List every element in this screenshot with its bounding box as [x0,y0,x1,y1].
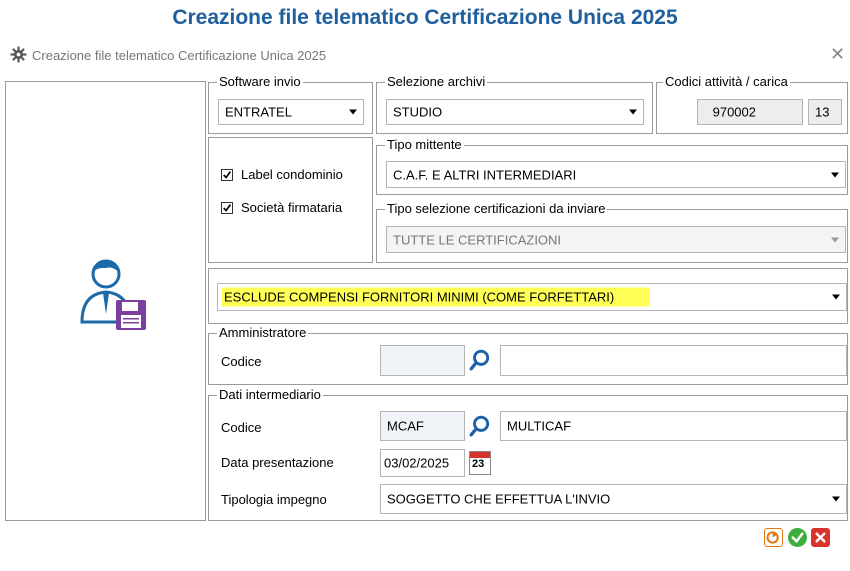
esclusione-select[interactable]: ESCLUDE COMPENSI FORNITORI MINIMI (COME … [217,283,847,311]
esclusione-group: ESCLUDE COMPENSI FORNITORI MINIMI (COME … [208,268,848,324]
label-condominio-label: Label condominio [241,167,343,182]
selezione-archivi-select[interactable]: STUDIO [386,99,644,125]
amministratore-descrizione-field[interactable] [500,345,847,376]
search-icon[interactable] [469,349,491,371]
label-condominio-checkbox[interactable] [221,169,233,181]
software-invio-select[interactable]: ENTRATEL [218,99,364,125]
tipo-mittente-select[interactable]: C.A.F. E ALTRI INTERMEDIARI [386,161,846,188]
codici-attivita-group: Codici attività / carica 970002 13 [656,74,848,134]
chevron-down-icon[interactable] [832,496,840,502]
tipo-mittente-legend: Tipo mittente [385,137,464,153]
societa-firmataria-checkbox[interactable] [221,202,233,214]
codice-attivita-field[interactable]: 970002 [697,99,803,125]
chevron-down-icon[interactable] [831,237,839,242]
tipo-selezione-group: Tipo selezione certificazioni da inviare… [376,201,848,263]
page-title: Creazione file telematico Certificazione… [172,6,678,29]
tipo-mittente-value: C.A.F. E ALTRI INTERMEDIARI [393,167,577,182]
calendar-day: 23 [472,458,485,470]
tipo-selezione-legend: Tipo selezione certificazioni da inviare [385,201,608,217]
chevron-down-icon[interactable] [629,109,637,115]
selezione-archivi-group: Selezione archivi STUDIO [376,74,653,134]
codici-attivita-legend: Codici attività / carica [663,74,790,90]
close-icon[interactable]: ✕ [830,44,845,65]
tipo-selezione-select[interactable]: TUTTE LE CERTIFICAZIONI [386,226,846,253]
dati-intermediario-legend: Dati intermediario [217,387,323,403]
intermediario-codice-value: MCAF [387,418,424,434]
intermediario-descrizione-value: MULTICAF [507,418,572,434]
tipo-mittente-group: Tipo mittente C.A.F. E ALTRI INTERMEDIAR… [376,137,848,195]
amministratore-codice-field[interactable] [380,345,465,376]
tipologia-impegno-select[interactable]: SOGGETTO CHE EFFETTUA L'INVIO [380,484,847,514]
window-title: Creazione file telematico Certificazione… [32,48,327,63]
data-presentazione-label: Data presentazione [221,455,334,470]
selezione-archivi-legend: Selezione archivi [385,74,488,90]
search-icon[interactable] [469,415,491,437]
amministratore-codice-label: Codice [221,354,262,369]
software-invio-group: Software invio ENTRATEL [208,74,373,134]
options-group: Label condominio Società firmataria [208,137,373,263]
cancel-button[interactable] [811,528,830,547]
codice-carica-value: 13 [815,104,830,120]
software-invio-value: ENTRATEL [225,104,292,120]
data-presentazione-value: 03/02/2025 [384,455,450,471]
user-save-icon [80,259,146,330]
codice-carica-field[interactable]: 13 [808,99,842,125]
software-invio-legend: Software invio [217,74,303,90]
intermediario-codice-field[interactable]: MCAF [380,411,465,441]
codice-attivita-value: 970002 [712,104,756,120]
amministratore-group: Amministratore Codice [208,325,848,385]
confirm-button[interactable] [788,528,807,547]
selezione-archivi-value: STUDIO [393,104,443,120]
tipologia-impegno-value: SOGGETTO CHE EFFETTUA L'INVIO [387,491,611,507]
intermediario-codice-label: Codice [221,420,262,435]
esclusione-value: ESCLUDE COMPENSI FORNITORI MINIMI (COME … [222,287,651,307]
tipologia-impegno-label: Tipologia impegno [221,492,327,507]
tipo-selezione-value: TUTTE LE CERTIFICAZIONI [393,232,562,247]
calendar-icon[interactable]: 23 [469,451,491,475]
dati-intermediario-group: Dati intermediario Codice MCAF MULTICAF … [208,387,848,521]
intermediario-descrizione-field[interactable]: MULTICAF [500,411,847,441]
societa-firmataria-label: Società firmataria [241,200,343,215]
amministratore-legend: Amministratore [217,325,309,341]
data-presentazione-field[interactable]: 03/02/2025 [380,449,465,477]
export-button[interactable] [764,528,783,547]
chevron-down-icon[interactable] [349,109,357,115]
icon-panel [5,81,206,521]
gear-icon [10,46,27,63]
chevron-down-icon[interactable] [831,172,839,177]
chevron-down-icon[interactable] [832,294,840,300]
